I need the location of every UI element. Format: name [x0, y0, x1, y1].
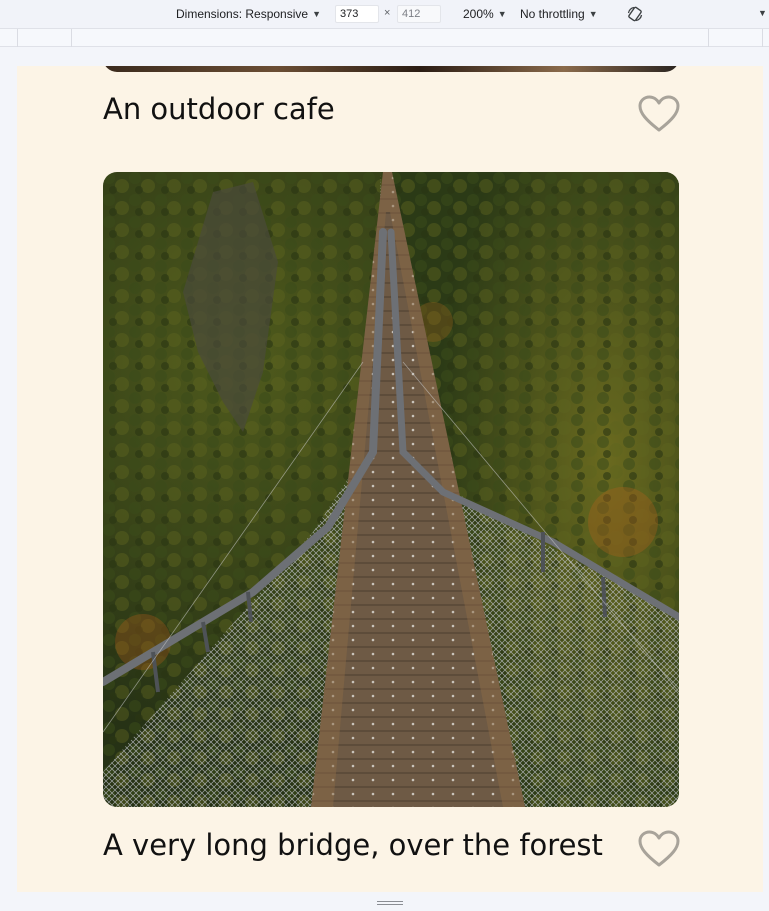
height-input[interactable] [397, 5, 441, 23]
ruler-tick [708, 29, 709, 47]
chevron-down-icon: ▼ [312, 9, 321, 19]
heart-icon [638, 830, 680, 867]
bridge-photo [103, 172, 679, 807]
toolbar-menu-button[interactable]: ▼ [758, 8, 767, 18]
ruler-tick [762, 29, 763, 47]
card-image[interactable] [103, 66, 679, 72]
times-icon: × [384, 7, 391, 19]
throttling-dropdown[interactable]: No throttling ▼ [520, 7, 598, 21]
width-input[interactable] [335, 5, 379, 23]
card-image[interactable] [103, 172, 679, 807]
ruler-tick [71, 29, 72, 47]
zoom-label: 200% [463, 7, 494, 21]
media-query-ruler [0, 29, 769, 47]
dimensions-label: Dimensions: Responsive [176, 7, 309, 21]
chevron-down-icon: ▼ [497, 9, 507, 19]
dimensions-dropdown[interactable]: Dimensions: Responsive ▼ [176, 7, 321, 21]
card-title: An outdoor cafe [103, 92, 335, 126]
resize-handle[interactable] [377, 901, 403, 907]
like-button[interactable] [638, 95, 680, 133]
heart-icon [638, 95, 680, 132]
rotate-icon [627, 6, 643, 22]
chevron-down-icon: ▼ [758, 8, 767, 18]
rotate-button[interactable] [626, 5, 644, 23]
throttling-label: No throttling [520, 7, 585, 21]
ruler-tick [17, 29, 18, 47]
device-toolbar: Dimensions: Responsive ▼ × 200% ▼ No thr… [0, 0, 769, 29]
card-title: A very long bridge, over the forest [103, 828, 603, 862]
zoom-dropdown[interactable]: 200% ▼ [463, 7, 507, 21]
chevron-down-icon: ▼ [588, 9, 598, 19]
like-button[interactable] [638, 830, 680, 868]
emulated-page: An outdoor cafe A very long bridge, over… [17, 66, 763, 892]
